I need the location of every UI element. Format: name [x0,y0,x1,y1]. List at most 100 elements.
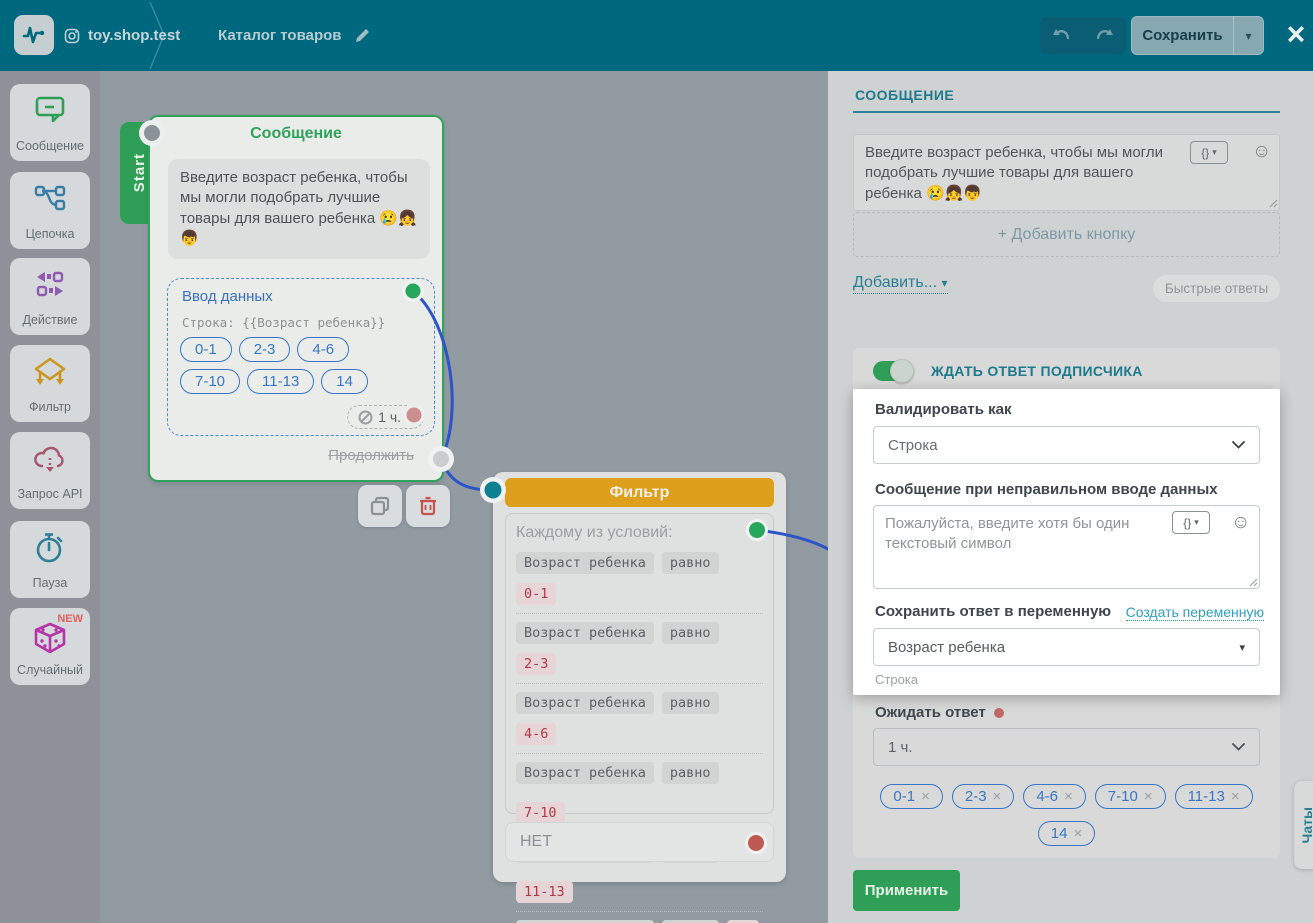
variable-select[interactable]: Возраст ребенка ▾ [873,628,1260,666]
condition-field: Возраст ребенка [516,692,654,714]
reply-pill[interactable]: 11-13 [247,369,314,394]
app-window: toy.shop.test Каталог товаров Сохранить … [0,0,1313,923]
filter-yes-output-connector[interactable] [746,519,768,541]
insert-variable-button[interactable]: {}▾ [1190,141,1228,164]
reply-pill[interactable]: 0-1 [180,337,232,362]
sidebar-item-pause[interactable]: Пауза [10,521,90,598]
required-dot-icon [994,708,1004,718]
wait-time-select[interactable]: 1 ч. [873,728,1260,766]
condition-row[interactable]: Возраст ребенка равно 0-1 [516,544,763,614]
sidebar-item-label: Запрос API [17,487,82,501]
filter-else-branch[interactable]: НЕТ [505,822,774,862]
condition-row[interactable]: Возраст ребенка равно 14 [516,912,763,923]
chevron-down-icon [1232,441,1245,449]
filter-conditions-card[interactable]: Каждому из условий: Возраст ребенка равн… [505,513,774,814]
condition-operator: равно [662,692,719,714]
sidebar-item-label: Фильтр [29,400,71,414]
create-variable-link[interactable]: Создать переменную [1126,604,1264,621]
emoji-picker-button[interactable]: ☺ [1231,513,1250,532]
braces-icon: {} [1201,146,1209,160]
variable-value: Возраст ребенка [888,639,1239,656]
sidebar-item-message[interactable]: Сообщение [10,84,90,161]
remove-icon[interactable]: × [1231,788,1240,805]
reply-pill[interactable]: 7-10 [180,369,240,394]
continue-output-connector[interactable] [428,446,454,472]
sidebar-item-label: Цепочка [26,227,75,241]
wait-toggle-row: ЖДАТЬ ОТВЕТ ПОДПИСЧИКА [873,361,1143,381]
reply-pill[interactable]: 4-6 [297,337,349,362]
dice-icon [10,622,90,656]
caret-down-icon: ▾ [1194,517,1199,528]
condition-value: 0-1 [516,583,556,605]
timeout-output-connector[interactable] [403,404,425,426]
answer-chip[interactable]: 2-3× [952,784,1014,809]
edit-pencil-icon[interactable] [354,27,371,44]
remove-icon[interactable]: × [1064,788,1073,805]
delete-node-button[interactable] [406,485,450,527]
node-input-connector[interactable] [139,120,165,146]
answer-chip[interactable]: 7-10× [1095,784,1166,809]
apply-button[interactable]: Применить [853,870,960,911]
remove-icon[interactable]: × [1144,788,1153,805]
sidebar-item-api-request[interactable]: Запрос API [10,432,90,509]
resize-handle-icon[interactable] [1269,199,1278,208]
sidebar-item-chain[interactable]: Цепочка [10,172,90,249]
close-button[interactable]: × [1281,12,1311,56]
filter-no-output-connector[interactable] [745,832,767,854]
data-input-section[interactable]: Ввод данных Строка: {{Возраст ребенка}} … [167,278,435,436]
sidebar-item-random[interactable]: NEW Случайный [10,608,90,685]
continue-label: Продолжить [328,447,414,464]
condition-row[interactable]: Возраст ребенка равно 4-6 [516,684,763,754]
answer-chip[interactable]: 0-1× [880,784,942,809]
message-node-title: Сообщение [150,125,442,143]
toggle-knob [890,359,914,383]
chip-label: 11-13 [1188,788,1225,805]
emoji-picker-button[interactable]: ☺ [1252,142,1271,161]
resize-handle-icon[interactable] [1249,578,1258,587]
filter-input-connector[interactable] [480,477,506,503]
insert-variable-button[interactable]: {}▾ [1172,511,1210,534]
reply-pill[interactable]: 2-3 [239,337,291,362]
sidebar-item-label: Случайный [17,663,83,677]
remove-icon[interactable]: × [921,788,930,805]
duplicate-node-button[interactable] [358,485,402,527]
data-input-output-connector[interactable] [402,280,424,302]
save-button[interactable]: Сохранить [1132,27,1233,44]
answer-chip[interactable]: 11-13 × [1175,784,1253,809]
reply-pill[interactable]: 14 [321,369,368,394]
wait-time-value: 1 ч. [888,739,1232,756]
save-dropdown-button[interactable]: ▾ [1233,17,1263,54]
else-label: НЕТ [520,833,552,851]
chats-tab[interactable]: Чаты [1294,781,1313,869]
data-input-title: Ввод данных [182,288,273,305]
add-more-dropdown[interactable]: Добавить... ▾ [853,274,948,294]
message-node-text[interactable]: Введите возраст ребенка, чтобы мы могли … [168,159,430,259]
flow-canvas[interactable]: Start Сообщение Введите возраст ребенка,… [100,71,828,923]
chip-label: 4-6 [1036,788,1058,805]
timeout-value: 1 ч. [378,409,401,425]
redo-icon [1095,28,1114,44]
sidebar-item-filter[interactable]: Фильтр [10,345,90,422]
filter-node[interactable]: Фильтр Каждому из условий: Возраст ребен… [493,472,786,882]
redo-button[interactable] [1083,17,1126,54]
flow-title: Каталог товаров [218,0,371,71]
remove-icon[interactable]: × [993,788,1002,805]
answer-chip[interactable]: 14× [1038,821,1095,846]
breadcrumb-separator [148,0,170,71]
condition-row[interactable]: Возраст ребенка равно 2-3 [516,614,763,684]
add-button-button[interactable]: + Добавить кнопку [853,212,1280,257]
answer-chips: 0-1× 2-3× 4-6 × 7-10× 11-13 × 14× [863,784,1270,846]
wait-reply-toggle[interactable] [873,361,911,381]
message-icon [10,94,90,126]
undo-button[interactable] [1040,17,1083,54]
sidebar-item-action[interactable]: Действие [10,258,90,335]
trash-icon [419,496,437,516]
remove-icon[interactable]: × [1073,825,1082,842]
message-node[interactable]: Сообщение Введите возраст ребенка, чтобы… [148,115,444,482]
answer-chip[interactable]: 4-6 × [1023,784,1085,809]
quick-replies-button[interactable]: Быстрые ответы [1153,275,1280,302]
variable-type-note: Строка [875,672,918,687]
validate-as-select[interactable]: Строка [873,426,1260,464]
validation-spotlight-panel: Валидировать как Строка Сообщение при не… [853,389,1280,695]
app-logo[interactable] [14,15,54,55]
